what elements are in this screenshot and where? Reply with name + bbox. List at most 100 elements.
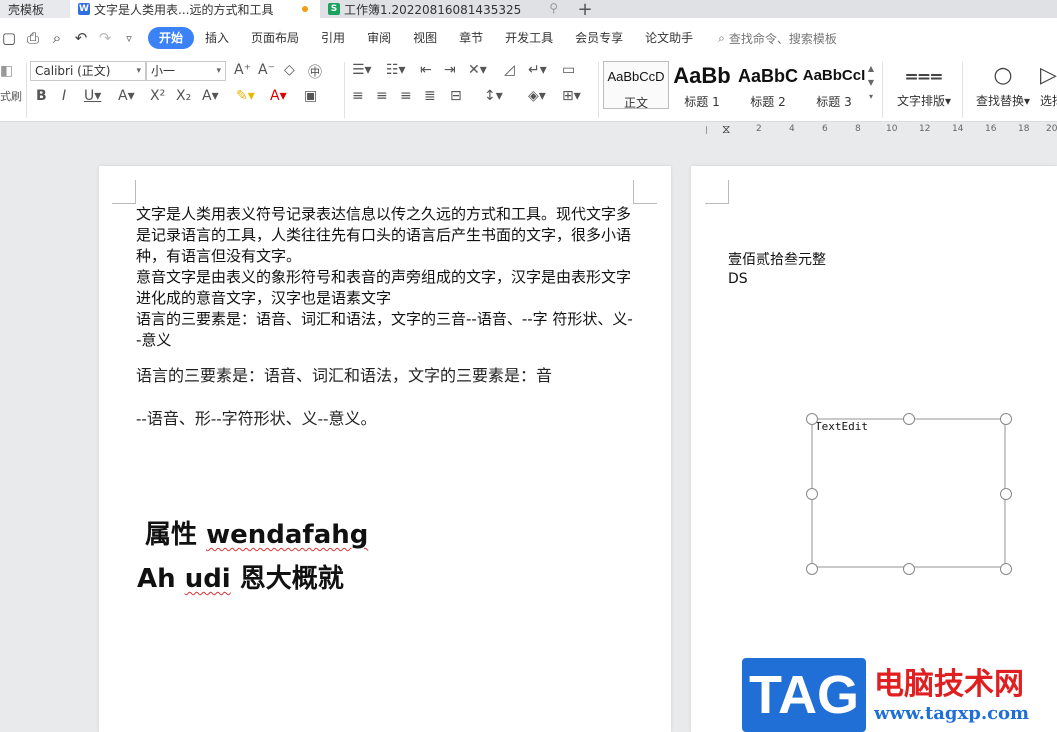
menu-paper-assistant[interactable]: 论文助手	[634, 27, 704, 49]
margin-corner	[705, 180, 729, 204]
align-center-icon[interactable]: ≡	[376, 88, 388, 104]
underline-icon[interactable]: U▾	[84, 88, 101, 104]
text-edit-box[interactable]: TextEdit	[806, 413, 1012, 575]
ds-text[interactable]: DS	[728, 271, 748, 287]
strikethrough-icon[interactable]: A▾	[118, 88, 135, 104]
tab-workbook[interactable]: S 工作簿1.20220816081435325 ⚲	[320, 0, 570, 18]
resize-handle[interactable]	[1000, 488, 1012, 500]
style-heading-2[interactable]: AaBbC 标题 2	[735, 61, 801, 109]
ruler-number: 20	[1046, 124, 1057, 134]
font-size-select[interactable]: 小一 ▾	[146, 61, 226, 81]
menu-references[interactable]: 引用	[310, 27, 356, 49]
font-color-icon[interactable]: A▾	[270, 88, 287, 104]
decrease-indent-icon[interactable]: ⇤	[420, 62, 432, 78]
menu-review[interactable]: 审阅	[356, 27, 402, 49]
numbered-list-icon[interactable]: ☷▾	[386, 62, 406, 78]
menu-developer[interactable]: 开发工具	[494, 27, 564, 49]
line-spacing-icon[interactable]: ↕▾	[484, 88, 503, 104]
shrink-font-icon[interactable]: A⁻	[258, 62, 275, 78]
customize-icon[interactable]: ▿	[120, 32, 138, 45]
pin-icon[interactable]: ⚲	[549, 1, 558, 15]
clear-format-icon[interactable]: ◇	[284, 62, 295, 78]
ruler-number: 8	[855, 124, 861, 134]
bullet-list-icon[interactable]: ☰▾	[352, 62, 372, 78]
grow-font-icon[interactable]: A⁺	[234, 62, 251, 78]
undo-icon[interactable]: ↶	[72, 29, 90, 47]
shading-icon[interactable]: ◈▾	[528, 88, 546, 104]
menu-section[interactable]: 章节	[448, 27, 494, 49]
justify-icon[interactable]: ≣	[424, 88, 436, 104]
increase-indent-icon[interactable]: ⇥	[444, 62, 456, 78]
paragraph-2[interactable]: 意音文字是由表义的象形符号和表音的声旁组成的文字，汉字是由表形文字进化成的意音文…	[136, 267, 636, 309]
resize-handle[interactable]	[903, 563, 915, 575]
align-right-icon[interactable]: ≡	[400, 88, 412, 104]
indent-marker-icon[interactable]: ⧖	[722, 122, 730, 137]
ribbon: ◧ 式刷 Calibri (正文) ▾ 小一 ▾ A⁺ A⁻ ◇ ㊥ B I U…	[0, 58, 1057, 122]
bold-line-1[interactable]: 属性 wendafahg	[145, 514, 368, 551]
borders-icon[interactable]: ⊞▾	[562, 88, 581, 104]
watermark-logo: TAG 电脑技术网 www.tagxp.com	[742, 658, 1054, 732]
menu-page-layout[interactable]: 页面布局	[240, 27, 310, 49]
italic-icon[interactable]: I	[62, 88, 66, 104]
separator	[344, 62, 345, 118]
style-heading-3[interactable]: AaBbCcI 标题 3	[801, 61, 867, 109]
misspelled-word[interactable]: udi	[185, 564, 231, 594]
print-preview-icon[interactable]: ⌕	[48, 29, 66, 47]
horizontal-ruler[interactable]: ⧖ 2 4 6 8 10 12 14 16 18 20	[696, 122, 1057, 140]
serif-line-2[interactable]: --语音、形--字符形状、义--意义。	[136, 405, 636, 429]
menu-member[interactable]: 会员专享	[564, 27, 634, 49]
format-painter-label[interactable]: 式刷	[0, 88, 22, 104]
chinese-layout-icon[interactable]: ✕▾	[468, 62, 487, 78]
select-button[interactable]: ▷ 选择	[1040, 62, 1057, 109]
highlight-icon[interactable]: ✎▾	[236, 88, 255, 104]
expand-icon[interactable]: ▾	[864, 90, 878, 104]
line-break-icon[interactable]: ↵▾	[528, 62, 547, 78]
print-icon[interactable]: ⎙	[24, 29, 42, 47]
text-layout-button[interactable]: ⩶ 文字排版▾	[893, 62, 955, 109]
resize-handle[interactable]	[1000, 563, 1012, 575]
distributed-icon[interactable]: ⊟	[450, 88, 462, 104]
chevron-down-icon[interactable]: ▼	[864, 76, 878, 90]
find-replace-button[interactable]: ○ 查找替换▾	[970, 62, 1036, 109]
document-page-2[interactable]: 壹佰贰拾叁元整 DS TextEdit	[691, 166, 1057, 732]
resize-handle[interactable]	[806, 563, 818, 575]
bold-icon[interactable]: B	[36, 88, 47, 104]
paragraph-3[interactable]: 语言的三要素是：语音、词汇和语法，文字的三音--语音、--字 符形状、义--意义	[136, 309, 636, 351]
font-name-select[interactable]: Calibri (正文) ▾	[30, 61, 146, 81]
quick-access: ▢ ⎙ ⌕ ↶ ↷ ▿	[0, 29, 138, 47]
new-tab-button[interactable]: +	[570, 0, 600, 20]
folder-icon[interactable]: ▢	[0, 29, 18, 47]
redo-icon[interactable]: ↷	[96, 29, 114, 47]
show-marks-icon[interactable]: ▭	[562, 62, 575, 78]
amount-text[interactable]: 壹佰贰拾叁元整	[728, 249, 826, 269]
char-border-icon[interactable]: ▣	[304, 88, 317, 104]
paste-icon[interactable]: ◧	[0, 63, 13, 79]
tab-document[interactable]: W 文字是人类用表...远的方式和工具	[70, 0, 320, 18]
menu-view[interactable]: 视图	[402, 27, 448, 49]
pinyin-icon[interactable]: ㊥	[308, 62, 322, 82]
paragraph-1[interactable]: 文字是人类用表义符号记录表达信息以传之久远的方式和工具。现代文字多是记录语言的工…	[136, 204, 636, 267]
resize-handle[interactable]	[903, 413, 915, 425]
ruler-number: 18	[1018, 124, 1030, 134]
serif-line-1[interactable]: 语言的三要素是：语音、词汇和语法，文字的三要素是：音	[136, 362, 636, 386]
menu-insert[interactable]: 插入	[194, 27, 240, 49]
subscript-icon[interactable]: X₂	[176, 88, 191, 104]
bold-line-2[interactable]: Ah udi 恩大概就	[137, 558, 344, 595]
resize-handle[interactable]	[806, 488, 818, 500]
style-scroll[interactable]: ▲ ▼ ▾	[864, 62, 878, 104]
style-heading-1[interactable]: AaBb 标题 1	[669, 61, 735, 109]
text-effect-icon[interactable]: A▾	[202, 88, 219, 104]
tab-template[interactable]: 壳模板	[0, 0, 70, 18]
style-normal[interactable]: AaBbCcD 正文	[603, 61, 669, 110]
sort-icon[interactable]: ◿	[504, 62, 515, 78]
misspelled-word[interactable]: wendafahg	[206, 520, 368, 550]
resize-handle[interactable]	[806, 413, 818, 425]
menu-home[interactable]: 开始	[148, 27, 195, 49]
superscript-icon[interactable]: X²	[150, 88, 165, 104]
align-left-icon[interactable]: ≡	[352, 88, 364, 104]
resize-handle[interactable]	[1000, 413, 1012, 425]
command-search[interactable]: ⌕ 查找命令、搜索模板	[718, 30, 837, 47]
ruler-number: 16	[985, 124, 997, 134]
chevron-up-icon[interactable]: ▲	[864, 62, 878, 76]
document-page-1[interactable]: 文字是人类用表义符号记录表达信息以传之久远的方式和工具。现代文字多是记录语言的工…	[99, 166, 671, 732]
